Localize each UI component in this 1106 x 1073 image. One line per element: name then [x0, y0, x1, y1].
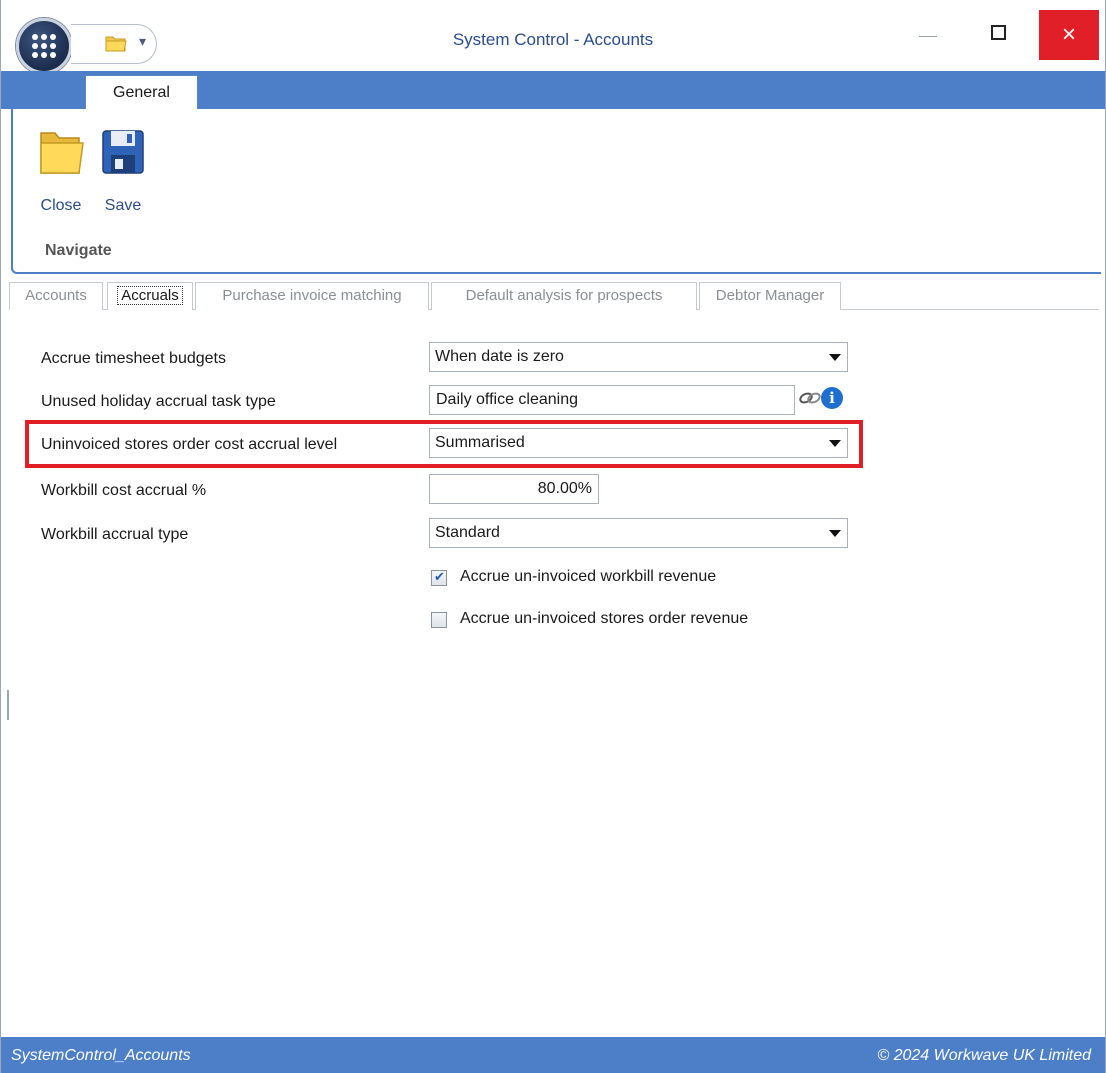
- tab-purchase-invoice-matching[interactable]: Purchase invoice matching: [195, 282, 429, 310]
- accrue-timesheet-budgets-label: Accrue timesheet budgets: [41, 350, 226, 367]
- minimize-icon: [919, 36, 937, 37]
- minimize-button[interactable]: [901, 8, 957, 46]
- close-button-label: Close: [40, 197, 82, 214]
- save-disk-icon: [102, 130, 144, 174]
- close-icon: ×: [1061, 21, 1076, 48]
- accrue-stores-revenue-label[interactable]: Accrue un-invoiced stores order revenue: [460, 610, 748, 628]
- window-edge-mark: [7, 690, 9, 720]
- ribbon-panel: Close Save Navigate: [11, 109, 1101, 274]
- accrue-timesheet-budgets-value: When date is zero: [435, 348, 564, 365]
- accrue-stores-revenue-checkbox[interactable]: [431, 612, 447, 628]
- unused-holiday-task-type-label: Unused holiday accrual task type: [41, 393, 276, 410]
- unused-holiday-task-type-input[interactable]: Daily office cleaning: [429, 385, 795, 415]
- dropdown-arrow-icon[interactable]: [829, 530, 841, 537]
- workbill-cost-accrual-pct-value: 80.00%: [537, 480, 592, 497]
- row-accrue-timesheet-budgets: Accrue timesheet budgets When date is ze…: [41, 342, 861, 376]
- maximize-button[interactable]: [971, 8, 1027, 46]
- close-window-button[interactable]: ×: [1039, 10, 1099, 60]
- workbill-cost-accrual-pct-input[interactable]: 80.00%: [429, 474, 599, 504]
- ribbon-group-label: Navigate: [45, 242, 112, 259]
- save-button-label: Save: [104, 197, 142, 214]
- tab-accruals[interactable]: Accruals: [107, 282, 193, 310]
- unused-holiday-task-type-value: Daily office cleaning: [436, 391, 579, 408]
- tab-accruals-label: Accruals: [117, 286, 183, 305]
- accrue-timesheet-budgets-select[interactable]: When date is zero: [429, 342, 848, 372]
- page-tab-strip: Accounts Accruals Purchase invoice match…: [9, 282, 1099, 310]
- row-unused-holiday-task-type: Unused holiday accrual task type Daily o…: [41, 385, 861, 419]
- workbill-accrual-type-label: Workbill accrual type: [41, 526, 189, 543]
- info-icon[interactable]: i: [821, 387, 843, 409]
- workbill-accrual-type-value: Standard: [435, 524, 500, 541]
- status-bar: SystemControl_Accounts © 2024 Workwave U…: [1, 1037, 1105, 1073]
- row-workbill-accrual-type: Workbill accrual type Standard: [41, 518, 861, 552]
- highlight-annotation: [25, 420, 863, 468]
- accrue-workbill-revenue-label[interactable]: Accrue un-invoiced workbill revenue: [460, 568, 716, 586]
- tab-accounts[interactable]: Accounts: [9, 282, 103, 310]
- maximize-icon: [991, 25, 1006, 40]
- tab-debtor-manager[interactable]: Debtor Manager: [699, 282, 841, 310]
- save-button[interactable]: Save: [93, 119, 153, 219]
- lookup-link-icon[interactable]: [798, 390, 822, 406]
- workbill-accrual-type-select[interactable]: Standard: [429, 518, 848, 548]
- status-form-name: SystemControl_Accounts: [11, 1047, 191, 1064]
- ribbon-tab-general[interactable]: General: [85, 75, 198, 110]
- dropdown-arrow-icon[interactable]: [829, 354, 841, 361]
- tab-default-analysis-for-prospects[interactable]: Default analysis for prospects: [431, 282, 697, 310]
- close-button[interactable]: Close: [31, 119, 91, 219]
- workbill-cost-accrual-pct-label: Workbill cost accrual %: [41, 482, 207, 499]
- folder-icon: [40, 132, 84, 174]
- status-copyright: © 2024 Workwave UK Limited: [877, 1047, 1091, 1064]
- accrue-workbill-revenue-checkbox[interactable]: [431, 569, 447, 586]
- application-window: ▾ System Control - Accounts × General Cl…: [0, 0, 1106, 1073]
- row-workbill-cost-accrual-pct: Workbill cost accrual % 80.00%: [41, 474, 861, 508]
